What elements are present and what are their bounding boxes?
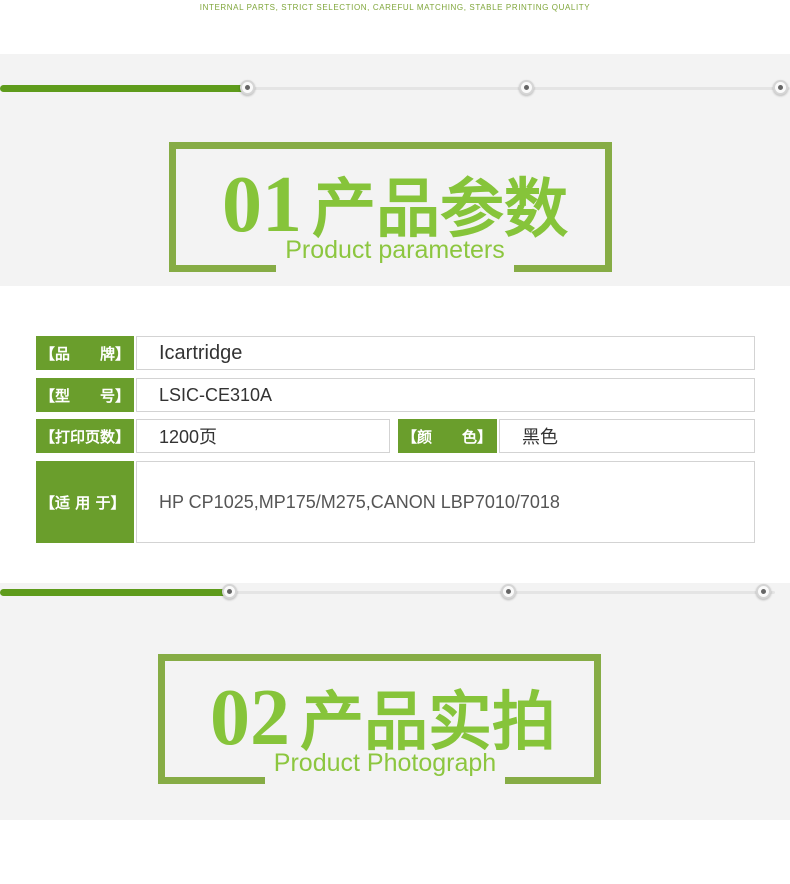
section-header-photograph: 02 产品实拍 Product Photograph <box>0 583 790 820</box>
param-value: 1200页 <box>136 419 390 453</box>
section-header-parameters: 01 产品参数 Product parameters <box>0 54 790 286</box>
param-value: HP CP1025,MP175/M275,CANON LBP7010/7018 <box>136 461 755 543</box>
progress-dot <box>222 584 237 599</box>
progress-fill <box>0 85 245 92</box>
param-label: 【品 牌】 <box>36 336 134 370</box>
param-row-brand: 【品 牌】 Icartridge <box>36 336 755 370</box>
param-value: Icartridge <box>136 336 755 370</box>
progress-bar <box>0 584 775 599</box>
param-value: 黑色 <box>499 419 755 453</box>
param-label: 【适 用 于】 <box>36 461 134 543</box>
progress-fill <box>0 589 230 596</box>
frame-gap <box>265 777 505 784</box>
progress-dot <box>756 584 771 599</box>
param-row-model: 【型 号】 LSIC-CE310A <box>36 378 755 412</box>
param-row-pages-color: 【打印页数】 1200页 【颜 色】 黑色 <box>36 419 755 453</box>
frame-gap <box>276 265 514 272</box>
progress-dot <box>519 80 534 95</box>
progress-dot <box>773 80 788 95</box>
param-row-compatible: 【适 用 于】 HP CP1025,MP175/M275,CANON LBP70… <box>36 461 755 543</box>
progress-dot <box>501 584 516 599</box>
tagline: INTERNAL PARTS, STRICT SELECTION, CAREFU… <box>199 3 591 12</box>
param-label: 【打印页数】 <box>36 419 134 453</box>
progress-bar <box>0 80 790 95</box>
param-label: 【型 号】 <box>36 378 134 412</box>
param-value: LSIC-CE310A <box>136 378 755 412</box>
section-title-en: Product parameters <box>285 236 505 264</box>
param-label: 【颜 色】 <box>398 419 497 453</box>
progress-dot <box>240 80 255 95</box>
section-title-en: Product Photograph <box>273 749 497 777</box>
